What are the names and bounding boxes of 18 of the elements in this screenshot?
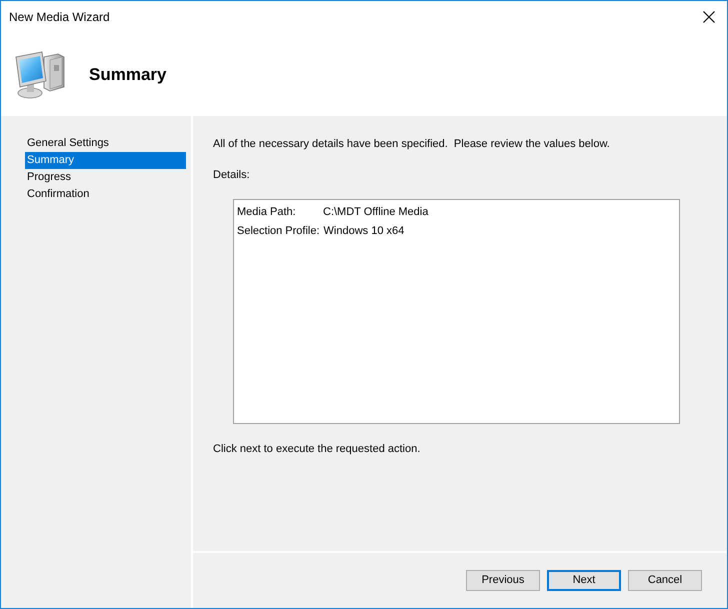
step-item[interactable]: Summary (25, 152, 186, 169)
page-title: Summary (89, 66, 166, 83)
wizard-button[interactable]: Previous (466, 570, 540, 591)
window-title: New Media Wizard (9, 11, 110, 23)
details-label: Details: (213, 168, 250, 182)
wizard-button[interactable]: Next (547, 570, 621, 591)
footer-note: Click next to execute the requested action. (213, 442, 420, 456)
detail-value: C:\MDT Offline Media (323, 207, 428, 218)
step-item[interactable]: Confirmation (25, 186, 186, 203)
computer-icon (14, 50, 66, 98)
wizard-button[interactable]: Cancel (628, 570, 702, 591)
detail-name: Selection Profile: (237, 226, 321, 237)
detail-value: Windows 10 x64 (324, 226, 404, 237)
intro-text: All of the necessary details have been specified. Please review the values below. (213, 137, 610, 151)
close-icon[interactable] (703, 11, 715, 23)
detail-name: Media Path: (237, 207, 297, 218)
step-item[interactable]: Progress (25, 169, 186, 186)
step-item[interactable]: General Settings (25, 135, 186, 152)
